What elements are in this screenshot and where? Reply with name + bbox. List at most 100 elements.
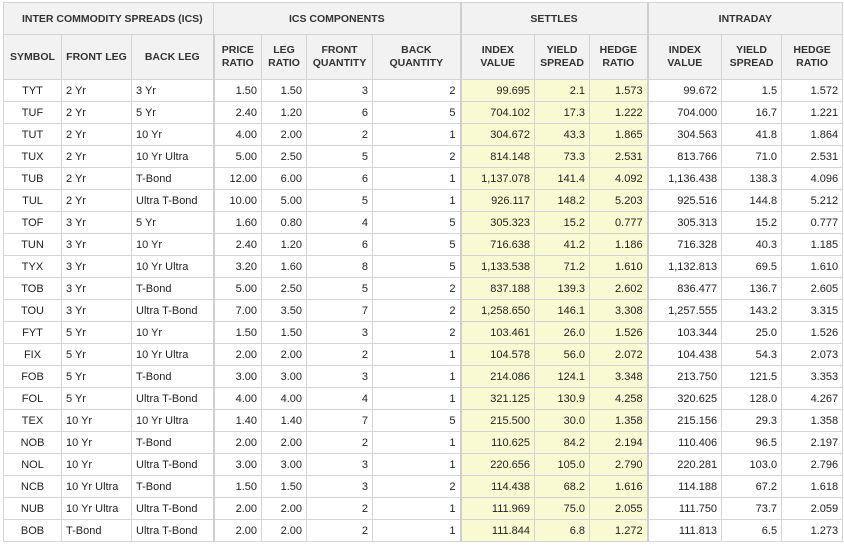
intraday-yield-spread-cell: 143.2 — [721, 299, 783, 322]
settle-index-value-cell: 305.323 — [460, 211, 536, 234]
col-header-settle-hedge-ratio: HEDGE RATIO — [589, 34, 649, 80]
front-leg-cell: 2 Yr — [61, 167, 132, 190]
price-ratio-cell: 2.00 — [213, 497, 263, 520]
back-quantity-cell: 1 — [372, 453, 462, 476]
price-ratio-cell: 2.40 — [213, 101, 263, 124]
table-row: TYT 2 Yr 3 Yr 1.50 1.50 3 2 99.695 2.1 1.573 99.67… — [3, 79, 844, 102]
front-quantity-cell: 5 — [306, 145, 374, 168]
symbol-cell: BOB — [3, 519, 62, 542]
settle-yield-spread-cell: 6.8 — [534, 519, 591, 542]
intraday-index-value-cell: 104.438 — [647, 343, 723, 366]
front-quantity-cell: 5 — [306, 189, 374, 212]
front-quantity-cell: 2 — [306, 519, 374, 542]
settle-index-value-cell: 814.148 — [460, 145, 536, 168]
settle-hedge-ratio-cell: 3.348 — [589, 365, 649, 388]
settle-index-value-cell: 114.438 — [460, 475, 536, 498]
front-quantity-cell: 2 — [306, 497, 374, 520]
intraday-hedge-ratio-cell: 1.358 — [781, 409, 844, 432]
intraday-yield-spread-cell: 67.2 — [721, 475, 783, 498]
front-quantity-cell: 2 — [306, 123, 374, 146]
settle-yield-spread-cell: 141.4 — [534, 167, 591, 190]
intraday-group-header: INTRADAY — [647, 2, 844, 35]
settle-hedge-ratio-cell: 3.308 — [589, 299, 649, 322]
front-quantity-cell: 8 — [306, 255, 374, 278]
intraday-hedge-ratio-cell: 1.221 — [781, 101, 844, 124]
table-row: TUN 3 Yr 10 Yr 2.40 1.20 6 5 716.638 41.2 1.186 71… — [3, 233, 844, 256]
col-header-back-leg: BACK LEG — [130, 34, 215, 80]
back-quantity-cell: 5 — [372, 211, 462, 234]
back-leg-cell: 10 Yr Ultra — [130, 409, 215, 432]
table-row: FIX 5 Yr 10 Yr Ultra 2.00 2.00 2 1 104.578 56.0 2… — [3, 343, 844, 366]
table-row: TOF 3 Yr 5 Yr 1.60 0.80 4 5 305.323 15.2 0.777 305… — [3, 211, 844, 234]
col-header-settle-yield-spread: YIELD SPREAD — [534, 34, 591, 80]
settle-yield-spread-cell: 75.0 — [534, 497, 591, 520]
table-row: TUF 2 Yr 5 Yr 2.40 1.20 6 5 704.102 17.3 1.222 704… — [3, 101, 844, 124]
price-ratio-cell: 3.00 — [213, 365, 263, 388]
back-quantity-cell: 2 — [372, 321, 462, 344]
col-header-intraday-hedge-ratio: HEDGE RATIO — [781, 34, 844, 80]
intraday-index-value-cell: 1,136.438 — [647, 167, 723, 190]
leg-ratio-cell: 2.00 — [261, 123, 308, 146]
intraday-index-value-cell: 304.563 — [647, 123, 723, 146]
front-leg-cell: 2 Yr — [61, 145, 132, 168]
front-quantity-cell: 3 — [306, 453, 374, 476]
price-ratio-cell: 5.00 — [213, 277, 263, 300]
col-header-intraday-yield-spread: YIELD SPREAD — [721, 34, 783, 80]
leg-ratio-cell: 2.00 — [261, 519, 308, 542]
table-row: NOL 10 Yr Ultra T-Bond 3.00 3.00 3 1 220.656 105… — [3, 453, 844, 476]
intraday-index-value-cell: 704.000 — [647, 101, 723, 124]
leg-ratio-cell: 1.20 — [261, 101, 308, 124]
intraday-hedge-ratio-cell: 5.212 — [781, 189, 844, 212]
price-ratio-cell: 1.60 — [213, 211, 263, 234]
intraday-yield-spread-cell: 1.5 — [721, 79, 783, 102]
intraday-yield-spread-cell: 73.7 — [721, 497, 783, 520]
settle-index-value-cell: 1,137.078 — [460, 167, 536, 190]
symbol-cell: TEX — [3, 409, 62, 432]
price-ratio-cell: 12.00 — [213, 167, 263, 190]
settle-yield-spread-cell: 41.2 — [534, 233, 591, 256]
front-leg-cell: 10 Yr — [61, 453, 132, 476]
back-quantity-cell: 2 — [372, 145, 462, 168]
back-leg-cell: Ultra T-Bond — [130, 189, 215, 212]
leg-ratio-cell: 1.50 — [261, 475, 308, 498]
settle-yield-spread-cell: 68.2 — [534, 475, 591, 498]
back-quantity-cell: 5 — [372, 255, 462, 278]
symbol-cell: TUL — [3, 189, 62, 212]
front-leg-cell: 5 Yr — [61, 365, 132, 388]
symbol-cell: TUT — [3, 123, 62, 146]
front-quantity-cell: 6 — [306, 233, 374, 256]
symbol-cell: NUB — [3, 497, 62, 520]
back-leg-cell: Ultra T-Bond — [130, 519, 215, 542]
back-leg-cell: 10 Yr — [130, 123, 215, 146]
table-row: TUX 2 Yr 10 Yr Ultra 5.00 2.50 5 2 814.148 73.3 2… — [3, 145, 844, 168]
settle-yield-spread-cell: 56.0 — [534, 343, 591, 366]
symbol-cell: TYX — [3, 255, 62, 278]
intraday-yield-spread-cell: 40.3 — [721, 233, 783, 256]
front-leg-cell: 3 Yr — [61, 299, 132, 322]
settle-hedge-ratio-cell: 1.186 — [589, 233, 649, 256]
table-row: NUB 10 Yr Ultra Ultra T-Bond 2.00 2.00 2 1 111.… — [3, 497, 844, 520]
leg-ratio-cell: 6.00 — [261, 167, 308, 190]
col-header-leg-ratio: LEG RATIO — [261, 34, 308, 80]
intraday-yield-spread-cell: 15.2 — [721, 211, 783, 234]
back-leg-cell: T-Bond — [130, 431, 215, 454]
back-leg-cell: Ultra T-Bond — [130, 387, 215, 410]
intraday-yield-spread-cell: 138.3 — [721, 167, 783, 190]
intraday-hedge-ratio-cell: 1.273 — [781, 519, 844, 542]
back-leg-cell: 10 Yr — [130, 233, 215, 256]
intraday-hedge-ratio-cell: 1.572 — [781, 79, 844, 102]
front-quantity-cell: 7 — [306, 409, 374, 432]
intraday-yield-spread-cell: 103.0 — [721, 453, 783, 476]
intraday-yield-spread-cell: 41.8 — [721, 123, 783, 146]
symbol-cell: TUN — [3, 233, 62, 256]
intraday-yield-spread-cell: 54.3 — [721, 343, 783, 366]
front-leg-cell: T-Bond — [61, 519, 132, 542]
back-leg-cell: 10 Yr — [130, 321, 215, 344]
intraday-hedge-ratio-cell: 2.796 — [781, 453, 844, 476]
table-row: BOB T-Bond Ultra T-Bond 2.00 2.00 2 1 111.844 6.… — [3, 519, 844, 542]
leg-ratio-cell: 2.00 — [261, 497, 308, 520]
front-quantity-cell: 3 — [306, 365, 374, 388]
settle-index-value-cell: 111.969 — [460, 497, 536, 520]
symbol-cell: NCB — [3, 475, 62, 498]
intraday-yield-spread-cell: 121.5 — [721, 365, 783, 388]
